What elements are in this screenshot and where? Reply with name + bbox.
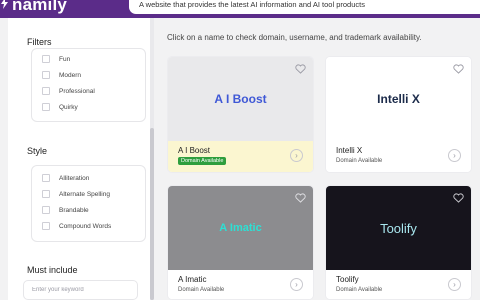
must-include-title: Must include xyxy=(27,265,78,275)
style-option-brandable[interactable]: Brandable xyxy=(42,206,89,214)
style-group: Alliteration Alternate Spelling Brandabl… xyxy=(31,165,146,242)
heart-icon[interactable] xyxy=(453,193,464,203)
checkbox[interactable] xyxy=(42,206,50,214)
style-option-label: Alliteration xyxy=(59,174,90,182)
status-badge: Domain Available xyxy=(178,157,227,165)
style-option-alliteration[interactable]: Alliteration xyxy=(42,174,89,182)
logo-text: namily xyxy=(12,0,68,14)
checkbox[interactable] xyxy=(42,103,50,111)
card-logo-text: A I Boost xyxy=(214,92,267,106)
top-bar: namily A website that provides the lates… xyxy=(0,0,480,18)
style-option-label: Compound Words xyxy=(59,222,112,230)
card-name: A I Boost xyxy=(178,146,211,155)
filter-option-label: Quirky xyxy=(59,103,78,111)
chevron-right-icon[interactable]: › xyxy=(290,149,303,162)
lightning-icon xyxy=(0,0,9,12)
heart-icon[interactable] xyxy=(295,64,306,74)
card-logo-text: A Imatic xyxy=(219,222,262,234)
tagline: A website that provides the latest AI in… xyxy=(139,0,365,9)
chevron-right-icon[interactable]: › xyxy=(290,278,303,291)
sidebar-scroll-thumb[interactable] xyxy=(150,128,154,300)
keyword-input[interactable] xyxy=(23,280,138,300)
instruction-text: Click on a name to check domain, usernam… xyxy=(167,33,422,42)
card-logo-area[interactable]: Toolify xyxy=(326,186,471,270)
card-name: A Imatic xyxy=(178,275,207,284)
name-card-a-imatic[interactable]: A Imatic A Imatic Domain Available › xyxy=(167,185,314,300)
filter-option-label: Fun xyxy=(59,55,71,63)
name-card-ai-boost[interactable]: A I Boost A I Boost Domain Available › xyxy=(167,56,314,173)
checkbox[interactable] xyxy=(42,55,50,63)
card-footer: Intelli X Domain Available › xyxy=(326,141,471,172)
chevron-right-icon[interactable]: › xyxy=(448,149,461,162)
style-title: Style xyxy=(27,146,48,156)
checkbox[interactable] xyxy=(42,222,50,230)
heart-icon[interactable] xyxy=(295,193,306,203)
sidebar-scrollbar[interactable] xyxy=(150,18,154,300)
checkbox[interactable] xyxy=(42,190,50,198)
checkbox[interactable] xyxy=(42,71,50,79)
tagline-banner: A website that provides the latest AI in… xyxy=(129,0,480,14)
filter-option-label: Professional xyxy=(59,87,95,95)
heart-icon[interactable] xyxy=(453,64,464,74)
filters-title: Filters xyxy=(27,37,52,47)
card-name: Toolify xyxy=(336,275,359,284)
style-option-label: Brandable xyxy=(59,206,89,214)
status-text: Domain Available xyxy=(336,287,383,293)
filter-option-fun[interactable]: Fun xyxy=(42,55,70,63)
filter-option-professional[interactable]: Professional xyxy=(42,87,95,95)
filter-sidebar: Filters Fun Modern Professional Quirky S… xyxy=(8,18,154,300)
card-footer: A I Boost Domain Available › xyxy=(168,141,313,172)
filter-option-quirky[interactable]: Quirky xyxy=(42,103,78,111)
style-option-compound-words[interactable]: Compound Words xyxy=(42,222,111,230)
name-card-toolify[interactable]: Toolify Toolify Domain Available › xyxy=(325,185,472,300)
style-option-label: Alternate Spelling xyxy=(59,190,110,198)
logo[interactable]: namily xyxy=(0,0,67,15)
card-logo-text: Toolify xyxy=(380,220,417,236)
checkbox[interactable] xyxy=(42,87,50,95)
status-text: Domain Available xyxy=(178,287,225,293)
card-footer: A Imatic Domain Available › xyxy=(168,270,313,299)
checkbox[interactable] xyxy=(42,174,50,182)
filter-option-label: Modern xyxy=(59,71,82,79)
filter-option-modern[interactable]: Modern xyxy=(42,71,81,79)
card-logo-area[interactable]: A I Boost xyxy=(168,57,313,141)
name-card-intelli-x[interactable]: Intelli X Intelli X Domain Available › xyxy=(325,56,472,173)
status-text: Domain Available xyxy=(336,158,383,164)
card-logo-area[interactable]: Intelli X xyxy=(326,57,471,141)
style-option-alternate-spelling[interactable]: Alternate Spelling xyxy=(42,190,110,198)
filters-group: Fun Modern Professional Quirky xyxy=(31,48,146,122)
card-logo-area[interactable]: A Imatic xyxy=(168,186,313,270)
card-name: Intelli X xyxy=(336,146,363,155)
card-footer: Toolify Domain Available › xyxy=(326,270,471,299)
card-logo-text: Intelli X xyxy=(377,92,420,106)
chevron-right-icon[interactable]: › xyxy=(448,278,461,291)
